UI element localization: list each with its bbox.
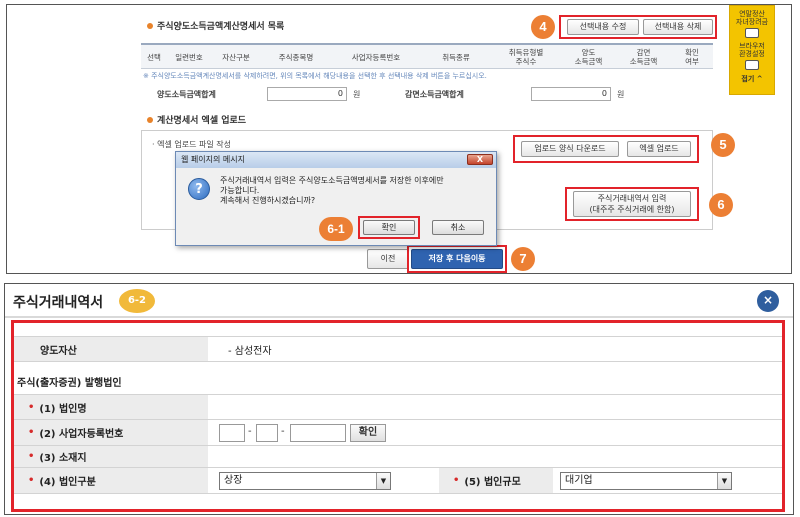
corp-size-label: • (5) 법인규모 xyxy=(439,468,553,493)
stock-trade-input-line2: (대주주 주식거래에 한함) xyxy=(589,205,675,214)
business-number-part2-input[interactable] xyxy=(256,424,278,442)
sidebar-quick-menu: 연말정산 자녀장려금 브라우저 환경설정 접기 ^ xyxy=(729,5,775,95)
stock-trade-input-button[interactable]: 주식거래내역서 입력 (대주주 주식거래에 한함) xyxy=(573,191,691,217)
step-marker-7: 7 xyxy=(511,247,535,271)
corp-size-selected-value: 대기업 xyxy=(565,475,593,486)
question-icon: ? xyxy=(188,178,210,200)
edit-selected-button[interactable]: 선택내용 수정 xyxy=(567,19,639,35)
required-mark: • xyxy=(28,451,35,462)
required-mark: • xyxy=(28,475,35,486)
step-marker-6-1: 6-1 xyxy=(319,217,353,241)
detail-header: 주식거래내역서 6-2 × xyxy=(5,284,793,318)
transfer-asset-value: - 삼성전자 xyxy=(228,345,272,357)
sidebar-browser-settings[interactable]: 브라우저 환경설정 xyxy=(730,42,774,58)
corp-type-label: • (4) 법인구분 xyxy=(14,468,208,493)
corp-size-label-text: (5) 법인규모 xyxy=(464,477,521,488)
dialog-message: 주식거래내역서 입력은 주식양도소득금액명세서를 저장한 이후에만 가능합니다.… xyxy=(220,176,444,205)
issuer-section-title: 주식(출자증권) 발행법인 xyxy=(17,378,122,389)
dialog-title: 웹 페이지의 메시지 xyxy=(181,155,245,164)
step-marker-4: 4 xyxy=(531,15,555,39)
previous-button[interactable]: 이전 xyxy=(367,249,409,269)
row-corp-type: • (4) 법인구분 상장 ▼ • (5) 법인규모 대기업 ▼ xyxy=(14,468,782,494)
chevron-down-icon[interactable]: ▼ xyxy=(376,473,390,489)
col-header: 주식종목명 xyxy=(278,52,314,62)
stock-trade-detail-screen: 주식거래내역서 6-2 × 양도자산 - 삼성전자 주식(출자증권) 발행법인 … xyxy=(4,283,794,515)
col-header: 일련번호 xyxy=(175,52,203,62)
row-business-number: • (2) 사업자등록번호 - - 확인 xyxy=(14,420,782,446)
corp-type-selected-value: 상장 xyxy=(224,475,243,486)
reduced-income-total-field: 0 xyxy=(531,87,611,101)
transfer-income-total-label: 양도소득금액합계 xyxy=(157,90,216,99)
total-unit: 원 xyxy=(353,90,361,99)
transfer-income-total-field: 0 xyxy=(267,87,347,101)
row-transfer-asset: 양도자산 - 삼성전자 xyxy=(14,336,782,362)
corp-size-select[interactable]: 대기업 ▼ xyxy=(560,472,732,490)
reduced-income-total-label: 감면소득금액합계 xyxy=(405,90,464,99)
close-icon[interactable]: × xyxy=(757,290,779,312)
sidebar-top-label[interactable]: 연말정산 자녀장려금 xyxy=(730,10,774,26)
dash: - xyxy=(248,426,252,437)
section-title-transfer-list: 주식양도소득금액계산명세서 목록 xyxy=(147,19,284,32)
transfer-asset-label: 양도자산 xyxy=(14,337,208,361)
corp-name-label: • (1) 법인명 xyxy=(14,395,208,419)
location-label-text: (3) 소재지 xyxy=(39,453,87,464)
business-number-check-button[interactable]: 확인 xyxy=(350,424,386,442)
corp-name-label-text: (1) 법인명 xyxy=(39,403,87,415)
col-header: 취득유형별 주식수 xyxy=(508,48,544,66)
upload-form-download-button[interactable]: 업로드 양식 다운로드 xyxy=(521,141,619,157)
location-label: • (3) 소재지 xyxy=(14,446,208,467)
col-header: 사업자등록번호 xyxy=(351,52,401,62)
transfer-list-table-header: 선택 일련번호 자산구분 주식종목명 사업자등록번호 취득종류 취득유형별 주식… xyxy=(141,43,713,69)
delete-selected-button[interactable]: 선택내용 삭제 xyxy=(643,19,713,35)
stock-transfer-list-screen: 주식양도소득금액계산명세서 목록 선택내용 수정 선택내용 삭제 4 연말정산 … xyxy=(6,4,792,274)
stock-trade-input-line1: 주식거래내역서 입력 xyxy=(597,194,667,203)
corp-type-select[interactable]: 상장 ▼ xyxy=(219,472,391,490)
business-number-part1-input[interactable] xyxy=(219,424,245,442)
row-location: • (3) 소재지 xyxy=(14,446,782,468)
business-number-label: • (2) 사업자등록번호 xyxy=(14,420,208,445)
required-mark: • xyxy=(28,401,35,413)
col-header: 선택 xyxy=(147,52,161,62)
gear-icon xyxy=(745,60,759,70)
col-header: 자산구분 xyxy=(222,52,250,62)
business-number-part3-input[interactable] xyxy=(290,424,346,442)
page-title: 주식거래내역서 xyxy=(13,295,104,311)
row-corp-name: • (1) 법인명 xyxy=(14,394,782,420)
dialog-close-button[interactable]: X xyxy=(467,154,493,165)
dialog-titlebar: 웹 페이지의 메시지 X xyxy=(176,152,496,168)
col-header: 양도 소득금액 xyxy=(574,48,603,66)
delete-instruction-note: ※ 주식양도소득금액계산명세서를 삭제하려면, 위의 목록에서 해당내용을 선택… xyxy=(143,72,487,80)
step-marker-6: 6 xyxy=(709,193,733,217)
dash: - xyxy=(281,426,285,437)
col-header: 감면 소득금액 xyxy=(629,48,658,66)
sidebar-collapse-button[interactable]: 접기 ^ xyxy=(730,74,774,84)
business-number-label-text: (2) 사업자등록번호 xyxy=(39,429,124,440)
save-and-next-button[interactable]: 저장 후 다음이동 xyxy=(411,249,503,269)
heart-icon xyxy=(745,28,759,38)
step-marker-6-2: 6-2 xyxy=(119,289,155,313)
chevron-down-icon[interactable]: ▼ xyxy=(717,473,731,489)
section-title-excel-upload: 계산명세서 엑셀 업로드 xyxy=(147,113,246,126)
excel-upload-button[interactable]: 엑셀 업로드 xyxy=(627,141,691,157)
corp-type-label-text: (4) 법인구분 xyxy=(39,477,96,488)
col-header: 확인 여부 xyxy=(685,48,699,66)
dialog-ok-button[interactable]: 확인 xyxy=(363,220,415,235)
dialog-cancel-button[interactable]: 취소 xyxy=(432,220,484,235)
col-header: 취득종류 xyxy=(442,52,470,62)
step-marker-5: 5 xyxy=(711,133,735,157)
reduce-unit: 원 xyxy=(617,90,625,99)
required-mark: • xyxy=(28,427,35,438)
required-mark: • xyxy=(453,475,460,486)
upload-step-label: · 엑셀 업로드 파일 작성 xyxy=(152,140,231,149)
